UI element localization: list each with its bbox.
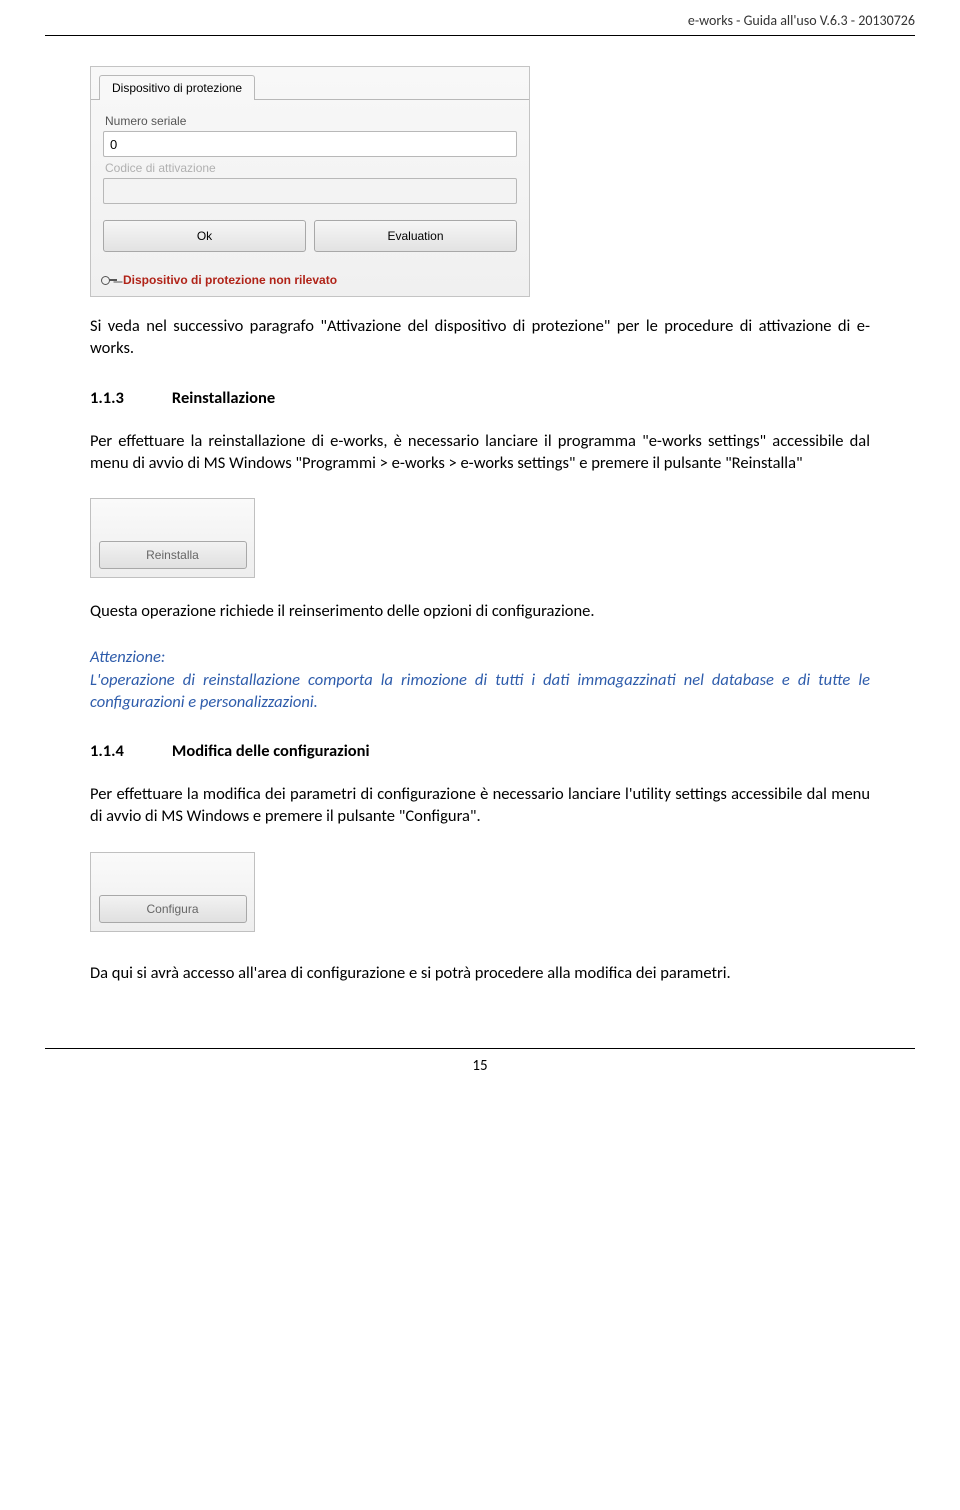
- reinstalla-button-box: Reinstalla: [90, 498, 255, 578]
- header-text: e-works - Guida all'uso V.6.3 - 20130726: [688, 12, 915, 29]
- page-header: e-works - Guida all'uso V.6.3 - 20130726: [0, 0, 960, 35]
- configura-button[interactable]: Configura: [99, 895, 247, 923]
- dialog-footer: Dispositivo di protezione non rilevato: [91, 266, 529, 296]
- key-icon: [101, 272, 117, 288]
- section-114-heading: 1.1.4 Modifica delle configurazioni: [90, 741, 870, 761]
- paragraph-modify: Per effettuare la modifica dei parametri…: [90, 783, 870, 828]
- attention-label: Attenzione:: [90, 646, 870, 668]
- dialog-body: Numero seriale Codice di attivazione Ok …: [91, 99, 529, 266]
- attention-block: Attenzione: L'operazione di reinstallazi…: [90, 646, 870, 713]
- paragraph-access: Da qui si avrà accesso all'area di confi…: [90, 962, 870, 984]
- paragraph-reinsert: Questa operazione richiede il reinserime…: [90, 600, 870, 622]
- dialog-tab[interactable]: Dispositivo di protezione: [99, 75, 255, 100]
- protection-device-dialog: Dispositivo di protezione Numero seriale…: [90, 66, 530, 297]
- serial-input[interactable]: [103, 131, 517, 157]
- section-114-title: Modifica delle configurazioni: [172, 741, 370, 761]
- page-content: Dispositivo di protezione Numero seriale…: [0, 36, 960, 1028]
- section-114-num: 1.1.4: [90, 741, 124, 761]
- page-number: 15: [0, 1049, 960, 1091]
- reinstalla-button[interactable]: Reinstalla: [99, 541, 247, 569]
- section-113-heading: 1.1.3 Reinstallazione: [90, 388, 870, 408]
- paragraph-intro: Si veda nel successivo paragrafo "Attiva…: [90, 315, 870, 360]
- section-113-title: Reinstallazione: [172, 388, 275, 408]
- paragraph-reinstall: Per effettuare la reinstallazione di e-w…: [90, 430, 870, 475]
- dialog-button-row: Ok Evaluation: [103, 220, 517, 252]
- dialog-footer-message: Dispositivo di protezione non rilevato: [123, 273, 337, 287]
- section-113-num: 1.1.3: [90, 388, 124, 408]
- activation-code-label: Codice di attivazione: [105, 161, 517, 175]
- activation-code-input[interactable]: [103, 178, 517, 204]
- ok-button[interactable]: Ok: [103, 220, 306, 252]
- evaluation-button[interactable]: Evaluation: [314, 220, 517, 252]
- attention-body: L'operazione di reinstallazione comporta…: [90, 670, 870, 712]
- serial-label: Numero seriale: [105, 114, 517, 128]
- configura-button-box: Configura: [90, 852, 255, 932]
